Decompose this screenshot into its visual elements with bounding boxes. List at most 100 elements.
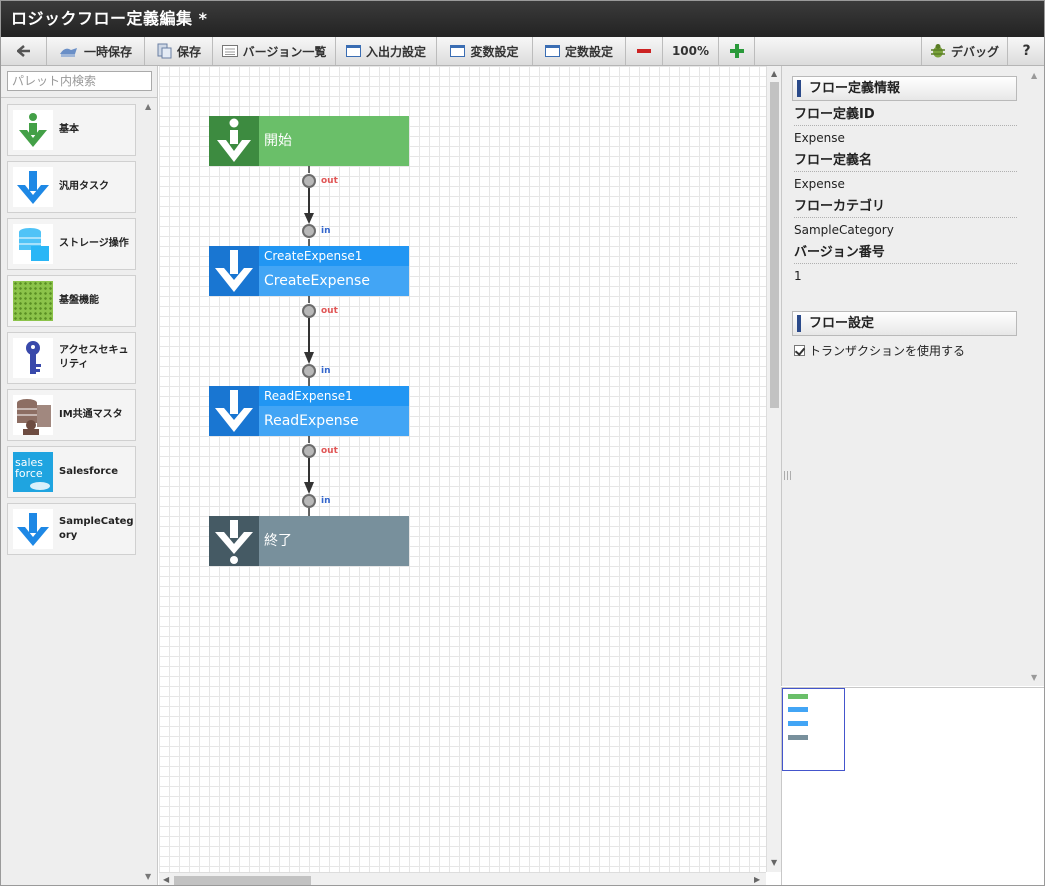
canvas-vertical-scrollbar[interactable]: ▲ ▼ (766, 66, 781, 872)
task-node-head: ReadExpense1 (259, 386, 409, 406)
flow-name-value: Expense (794, 177, 845, 191)
flow-node-create-expense[interactable]: CreateExpense1 CreateExpense (209, 246, 409, 296)
palette-scroll-down-icon[interactable]: ▼ (145, 872, 151, 881)
palette-scroll-up-icon[interactable]: ▲ (145, 102, 151, 111)
save-icon (157, 43, 172, 59)
palette-item-label-line2: リティ (59, 359, 89, 370)
arrow-down-icon (13, 509, 53, 549)
help-label: ? (1022, 43, 1031, 59)
constant-settings-label: 定数設定 (564, 44, 613, 59)
flow-category-value: SampleCategory (794, 223, 894, 237)
palette-item-sample-category[interactable]: SampleCateg ory (7, 503, 136, 555)
zoom-level: 100% (663, 37, 719, 65)
flow-node-read-expense[interactable]: ReadExpense1 ReadExpense (209, 386, 409, 436)
save-label: 保存 (176, 44, 201, 59)
canvas-horizontal-scrollbar[interactable]: ◀ ▶ (159, 872, 766, 885)
in-port[interactable] (302, 494, 316, 508)
help-button[interactable]: ? (1008, 37, 1044, 65)
props-scroll-down-icon[interactable]: ▼ (1031, 673, 1037, 682)
out-port[interactable] (302, 304, 316, 318)
minimap-node (788, 694, 808, 699)
key-icon (13, 338, 53, 378)
scroll-right-icon[interactable]: ▶ (754, 875, 760, 884)
minus-icon (637, 49, 651, 53)
in-port-label: in (321, 496, 331, 506)
flow-definition-info-header[interactable]: フロー定義情報 (792, 76, 1017, 101)
scroll-left-icon[interactable]: ◀ (163, 875, 169, 884)
back-button[interactable] (1, 37, 47, 65)
palette-item-label: 基盤機能 (59, 295, 99, 306)
scroll-up-icon[interactable]: ▲ (771, 69, 777, 78)
vertical-scroll-thumb[interactable] (770, 82, 779, 408)
palette-item-label: IM共通マスタ (59, 409, 123, 420)
palette-item-label: ストレージ操作 (59, 238, 129, 249)
io-settings-label: 入出力設定 (365, 44, 426, 59)
palette-item-platform[interactable]: 基盤機能 (7, 275, 136, 327)
use-transaction-checkbox[interactable] (794, 345, 805, 356)
out-port[interactable] (302, 174, 316, 188)
bug-icon (930, 44, 945, 58)
palette-item-label-line1: アクセスセキュ (59, 345, 129, 356)
flow-canvas[interactable]: 開始 out in CreateExpense1 CreateExpense o… (159, 66, 766, 872)
temp-save-button[interactable]: 一時保存 (47, 37, 145, 65)
use-transaction-row[interactable]: トランザクションを使用する (794, 342, 965, 359)
start-node-title: 開始 (264, 133, 292, 149)
task-node-body: ReadExpense1 ReadExpense (259, 386, 409, 436)
in-port-label: in (321, 366, 331, 376)
palette-item-label-line1: SampleCateg (59, 516, 134, 527)
flow-settings-header[interactable]: フロー設定 (792, 311, 1017, 336)
task-node-sub: ReadExpense (259, 406, 409, 436)
in-port[interactable] (302, 364, 316, 378)
zoom-in-button[interactable] (719, 37, 755, 65)
zoom-out-button[interactable] (626, 37, 663, 65)
palette-item-generic-task[interactable]: 汎用タスク (7, 161, 136, 213)
palette-item-storage[interactable]: ストレージ操作 (7, 218, 136, 270)
in-port-label: in (321, 226, 331, 236)
horizontal-scroll-thumb[interactable] (174, 876, 311, 885)
minimap-node (788, 721, 808, 726)
task-arrow-icon (209, 246, 259, 296)
debug-button[interactable]: デバッグ (922, 37, 1008, 65)
minimap-viewport-frame[interactable] (782, 688, 845, 771)
zoom-level-label: 100% (671, 44, 710, 58)
salesforce-icon-text-2: force (15, 467, 43, 480)
io-settings-button[interactable]: 入出力設定 (336, 37, 437, 65)
variable-settings-button[interactable]: 変数設定 (437, 37, 533, 65)
window-title: ロジックフロー定義編集 * (1, 1, 1044, 37)
info-arrow-icon (13, 110, 53, 150)
palette-item-label: 汎用タスク (59, 181, 109, 192)
out-port-label: out (321, 176, 338, 186)
save-button[interactable]: 保存 (145, 37, 213, 65)
scroll-down-icon[interactable]: ▼ (771, 858, 777, 867)
end-node-body: 終了 (259, 516, 409, 566)
version-list-button[interactable]: バージョン一覧 (213, 37, 336, 65)
flow-id-value: Expense (794, 131, 845, 145)
flow-node-end[interactable]: 終了 (209, 516, 409, 566)
logic-flow-editor-window: ロジックフロー定義編集 * 一時保存 保存 バージョン一覧 入出力設定 変数設定… (0, 0, 1045, 886)
out-port[interactable] (302, 444, 316, 458)
flow-node-start[interactable]: 開始 (209, 116, 409, 166)
palette-item-basic[interactable]: 基本 (7, 104, 136, 156)
temp-save-label: 一時保存 (83, 44, 132, 59)
palette-item-im-master[interactable]: IM共通マスタ (7, 389, 136, 441)
version-number-value: 1 (794, 269, 802, 283)
props-scroll-up-icon[interactable]: ▲ (1031, 71, 1037, 80)
minimap-node (788, 707, 808, 712)
overview-minimap[interactable] (781, 687, 1044, 885)
palette-item-access-security[interactable]: アクセスセキュ リティ (7, 332, 136, 384)
temp-save-icon (59, 48, 77, 57)
arrow-down-icon (13, 167, 53, 207)
panel-splitter-handle[interactable]: ||| (783, 471, 792, 481)
start-icon (209, 116, 259, 166)
in-port[interactable] (302, 224, 316, 238)
palette-item-label: SampleCateg ory (59, 515, 134, 543)
grid-icon (13, 281, 53, 321)
palette-item-salesforce[interactable]: sales force Salesforce (7, 446, 136, 498)
version-list-label: バージョン一覧 (242, 44, 327, 59)
palette-search-input[interactable] (7, 71, 152, 91)
task-node-sub: CreateExpense (259, 266, 409, 296)
palette-item-label: アクセスセキュ リティ (59, 344, 129, 372)
cloud-icon (30, 482, 50, 490)
variable-settings-label: 変数設定 (470, 44, 519, 59)
constant-settings-button[interactable]: 定数設定 (533, 37, 626, 65)
